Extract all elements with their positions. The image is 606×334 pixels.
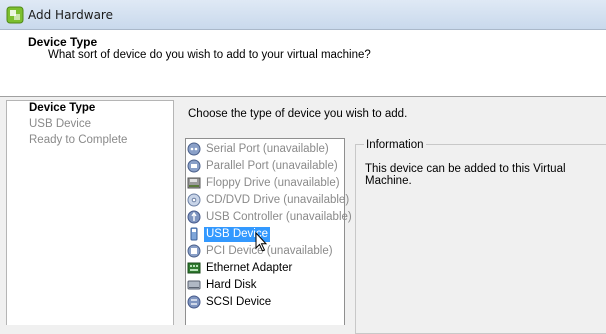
mouse-pointer-icon bbox=[255, 231, 269, 254]
parallel-port-icon bbox=[187, 159, 201, 173]
page-title: Device Type bbox=[28, 35, 98, 49]
step-usb-device: USB Device bbox=[29, 118, 91, 130]
information-legend: Information bbox=[364, 139, 426, 151]
wizard-steps-panel: Device Type USB Device Ready to Complete bbox=[6, 100, 174, 325]
device-label: SCSI Device bbox=[206, 295, 272, 308]
device-label: Ethernet Adapter bbox=[206, 261, 293, 274]
step-ready-to-complete: Ready to Complete bbox=[29, 134, 128, 146]
information-text: This device can be added to this Virtual… bbox=[365, 163, 566, 187]
window-title: Add Hardware bbox=[28, 8, 113, 22]
device-label: Hard Disk bbox=[206, 278, 257, 291]
usb-device-icon bbox=[187, 227, 201, 241]
device-item-ethernet-adapter[interactable]: Ethernet Adapter bbox=[187, 260, 343, 276]
device-label: CD/DVD Drive (unavailable) bbox=[206, 193, 350, 206]
step-device-type: Device Type bbox=[29, 102, 96, 114]
cd-dvd-drive-icon bbox=[187, 193, 201, 207]
device-label: Floppy Drive (unavailable) bbox=[206, 176, 340, 189]
device-label: PCI Device (unavailable) bbox=[206, 244, 333, 257]
device-item-serial-port[interactable]: Serial Port (unavailable) bbox=[187, 141, 343, 157]
floppy-drive-icon bbox=[187, 176, 201, 190]
page-subtitle: What sort of device do you wish to add t… bbox=[48, 49, 371, 61]
device-item-floppy-drive[interactable]: Floppy Drive (unavailable) bbox=[187, 175, 343, 191]
device-item-hard-disk[interactable]: Hard Disk bbox=[187, 277, 343, 293]
ethernet-adapter-icon bbox=[187, 261, 201, 275]
serial-port-icon bbox=[187, 142, 201, 156]
device-type-prompt: Choose the type of device you wish to ad… bbox=[188, 108, 408, 120]
device-label: Serial Port (unavailable) bbox=[206, 142, 329, 155]
wizard-header: Device Type What sort of device do you w… bbox=[0, 30, 606, 97]
device-item-usb-controller[interactable]: USB Controller (unavailable) bbox=[187, 209, 352, 225]
device-item-parallel-port[interactable]: Parallel Port (unavailable) bbox=[187, 158, 343, 174]
vsphere-app-icon bbox=[6, 6, 24, 24]
title-bar: Add Hardware bbox=[0, 0, 606, 30]
usb-controller-icon bbox=[187, 210, 201, 224]
pci-device-icon bbox=[187, 244, 201, 258]
scsi-device-icon bbox=[187, 295, 201, 309]
device-item-scsi-device[interactable]: SCSI Device bbox=[187, 294, 343, 310]
device-label: USB Controller (unavailable) bbox=[206, 210, 352, 223]
device-label: Parallel Port (unavailable) bbox=[206, 159, 338, 172]
hard-disk-icon bbox=[187, 278, 201, 292]
device-item-cd-dvd-drive[interactable]: CD/DVD Drive (unavailable) bbox=[187, 192, 349, 208]
